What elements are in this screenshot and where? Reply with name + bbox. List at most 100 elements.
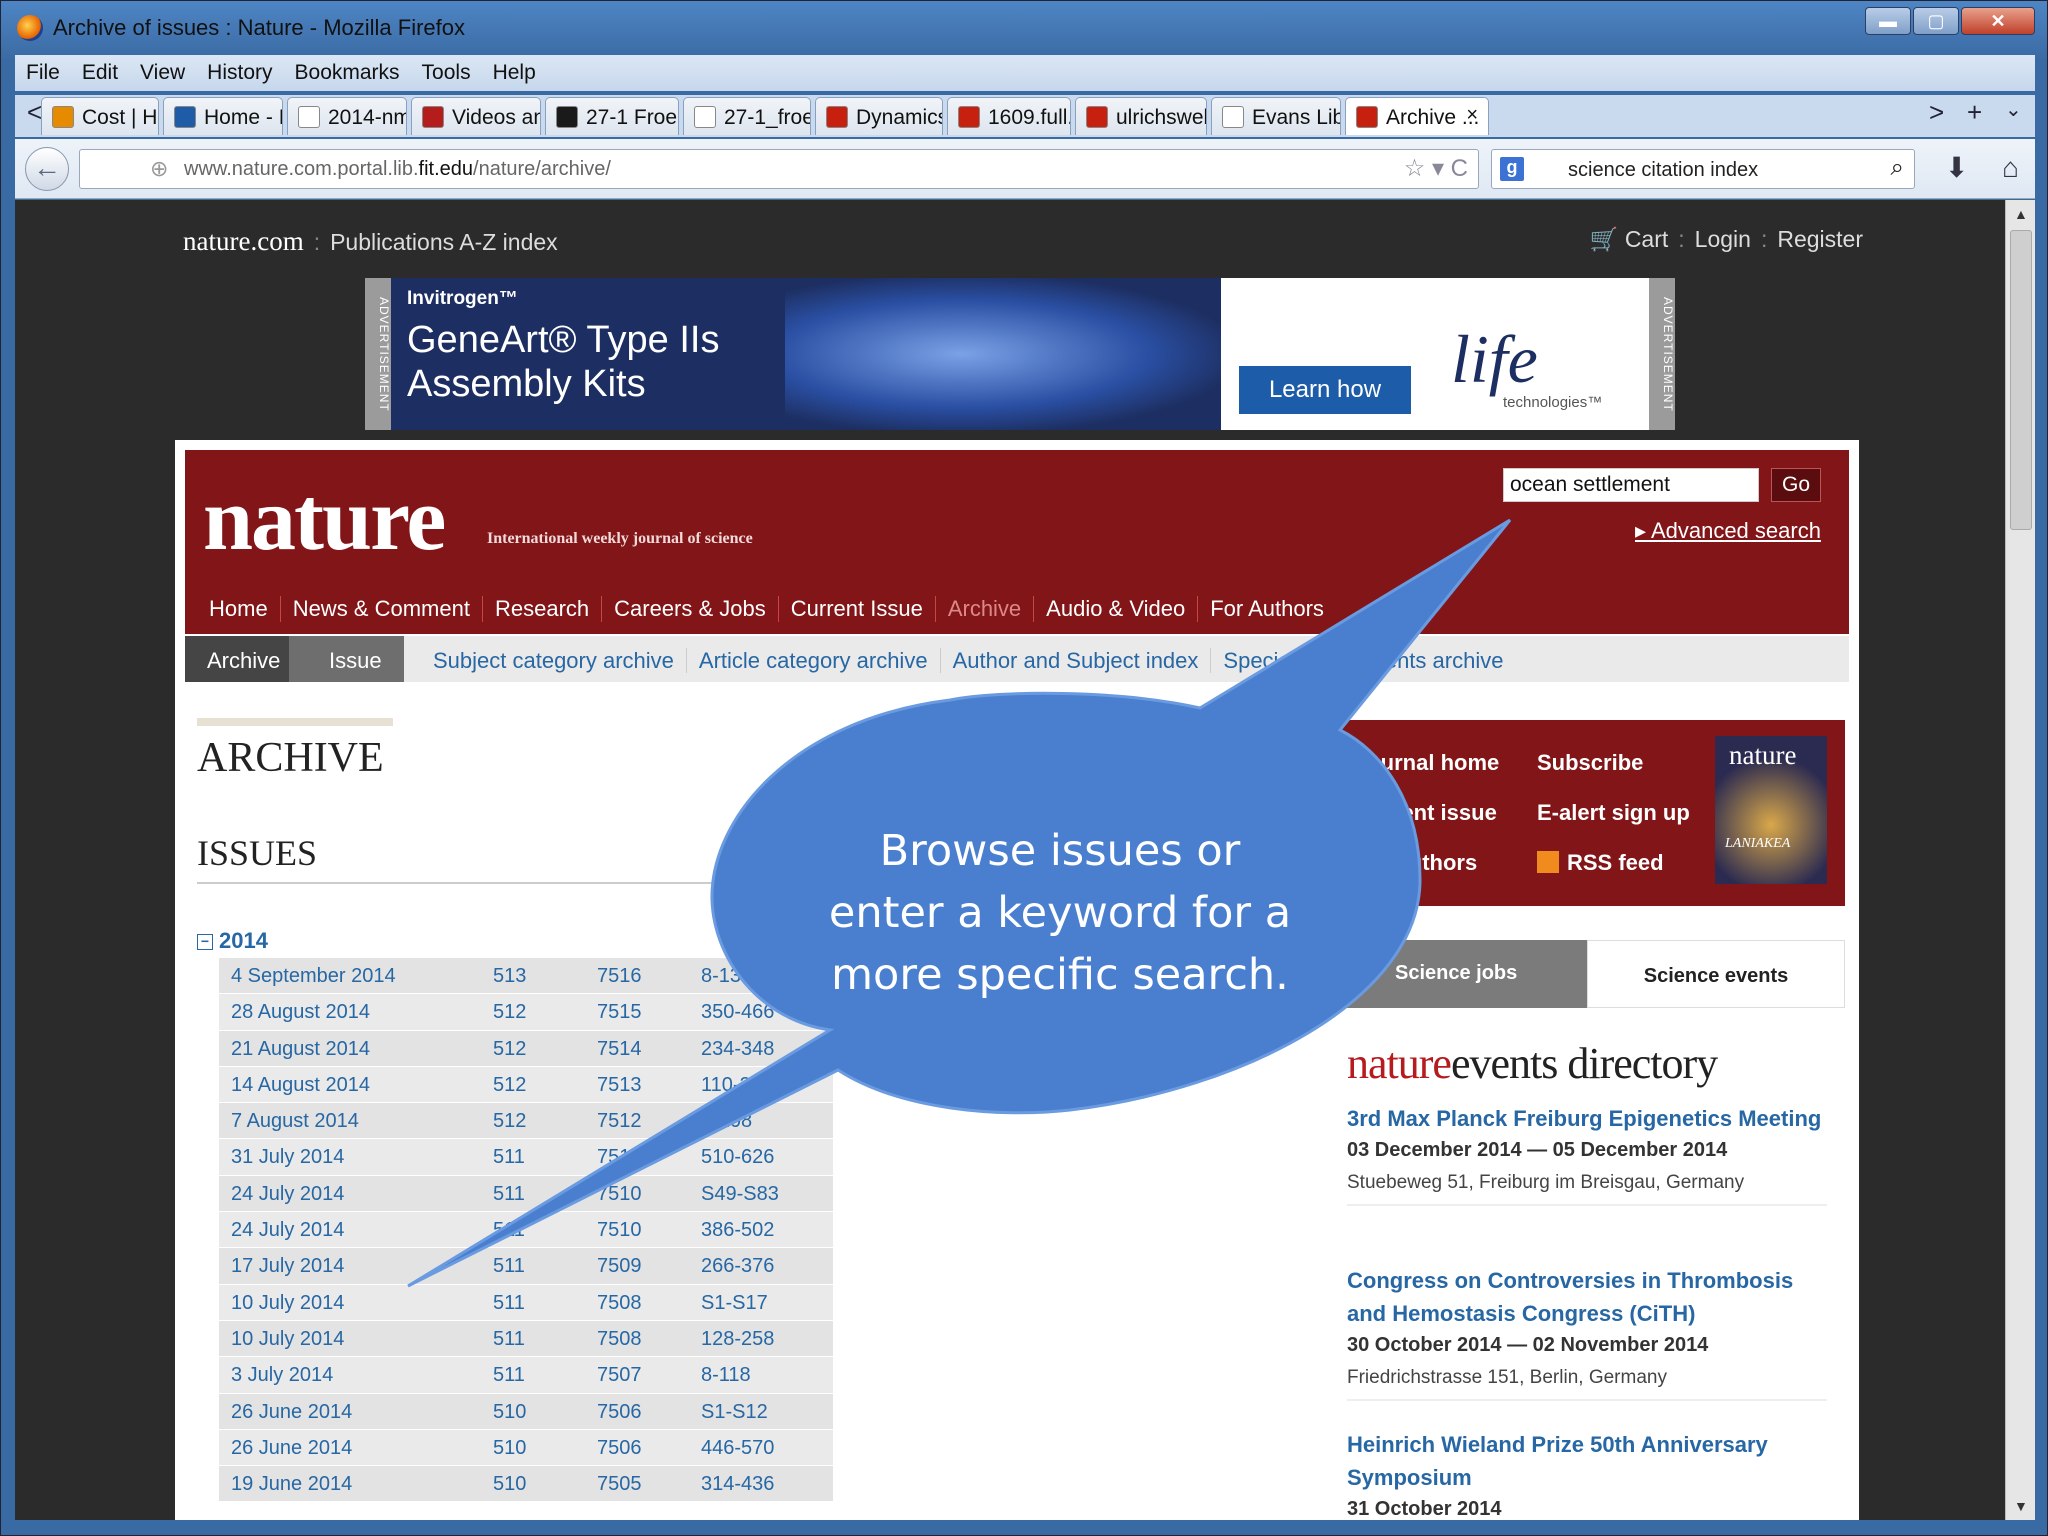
vertical-scrollbar[interactable]: ▲ ▼ — [2005, 200, 2035, 1520]
nav-careers-jobs[interactable]: Careers & Jobs — [602, 596, 779, 622]
cover-image[interactable]: nature LANIAKEA — [1715, 736, 1827, 884]
download-icon[interactable]: ⬇ — [1945, 152, 1968, 183]
site-search-input[interactable]: ocean settlement — [1503, 468, 1759, 502]
issue-row[interactable]: 17 July 2014 511 7509 266-376 — [219, 1248, 833, 1285]
close-tab-icon[interactable]: × — [1466, 104, 1478, 127]
menu-file[interactable]: File — [15, 55, 71, 85]
menu-view[interactable]: View — [129, 55, 196, 85]
tab-science-jobs[interactable]: Science jobs — [1335, 940, 1587, 1008]
google-icon[interactable]: g — [1500, 157, 1524, 181]
nav-news-comment[interactable]: News & Comment — [281, 596, 483, 622]
subnav-author-and-subject-index[interactable]: Author and Subject index — [940, 648, 1212, 673]
nav-home[interactable]: Home — [197, 596, 281, 622]
issue-date[interactable]: 19 June 2014 — [231, 1473, 352, 1496]
issue-row[interactable]: 26 June 2014 510 7506 446-570 — [219, 1429, 833, 1467]
breadcrumb-issue[interactable]: Issue — [289, 636, 404, 682]
issue-date[interactable]: 26 June 2014 — [231, 1401, 352, 1424]
register-link[interactable]: Register — [1777, 226, 1863, 252]
close-button[interactable]: ✕ — [1961, 7, 2035, 35]
az-index-link[interactable]: Publications A-Z index — [330, 229, 558, 255]
issue-date[interactable]: 31 July 2014 — [231, 1146, 344, 1169]
tab-10[interactable]: Archive ... × — [1345, 97, 1489, 135]
rss-link[interactable]: RSS feed — [1537, 850, 1664, 876]
tab-9[interactable]: Evans Librar... — [1211, 97, 1341, 135]
issue-row[interactable]: 3 July 2014 511 7507 8-118 — [219, 1357, 833, 1394]
advertisement-banner[interactable]: ADVERTISEMENT Invitrogen™ GeneArt® Type … — [365, 278, 1675, 430]
nav-research[interactable]: Research — [483, 596, 603, 622]
nav-archive[interactable]: Archive — [936, 596, 1035, 622]
issue-date[interactable]: 3 July 2014 — [231, 1364, 333, 1387]
issue-row[interactable]: 10 July 2014 511 7508 S1-S17 — [219, 1284, 833, 1321]
issue-row[interactable]: 24 July 2014 511 7510 S49-S83 — [219, 1175, 833, 1213]
issue-date[interactable]: 10 July 2014 — [231, 1292, 344, 1315]
collapse-icon[interactable]: − — [197, 934, 213, 951]
issue-row[interactable]: 10 July 2014 511 7508 128-258 — [219, 1320, 833, 1358]
home-icon[interactable]: ⌂ — [2002, 152, 2019, 183]
scroll-down-icon[interactable]: ▼ — [2014, 1498, 2028, 1514]
issue-date[interactable]: 24 July 2014 — [231, 1219, 344, 1242]
ealert-link[interactable]: E-alert sign up — [1537, 800, 1690, 826]
issue-date[interactable]: 21 August 2014 — [231, 1038, 370, 1061]
event-title-link[interactable]: Congress on Controversies in Thrombosis … — [1347, 1264, 1827, 1330]
breadcrumb-archive[interactable]: Archive — [185, 636, 303, 682]
tab-5[interactable]: 27-1_froelic... — [683, 97, 811, 135]
tab-1[interactable]: Home - Inte... — [163, 97, 283, 135]
minimize-button[interactable]: ▬ — [1865, 7, 1911, 35]
nature-logo[interactable]: nature — [203, 468, 446, 571]
login-link[interactable]: Login — [1695, 226, 1751, 252]
issue-date[interactable]: 7 August 2014 — [231, 1110, 359, 1133]
issue-date[interactable]: 4 September 2014 — [231, 965, 396, 988]
tab-scroll-left-icon[interactable]: < — [27, 97, 42, 128]
tab-8[interactable]: ulrichsweb.... — [1075, 97, 1207, 135]
tab-science-events[interactable]: Science events — [1587, 940, 1845, 1008]
learn-how-button[interactable]: Learn how — [1239, 366, 1411, 414]
tab-scroll-right-icon[interactable]: > — [1929, 97, 1944, 128]
issue-date[interactable]: 10 July 2014 — [231, 1328, 344, 1351]
magnifier-icon[interactable]: ⌕ — [1891, 154, 1904, 182]
issue-date[interactable]: 28 August 2014 — [231, 1001, 370, 1024]
nav-current-issue[interactable]: Current Issue — [779, 596, 936, 622]
url-text[interactable]: www.nature.com.portal.lib.fit.edu/nature… — [184, 158, 611, 181]
advanced-search-link[interactable]: ▸ Advanced search — [1635, 518, 1821, 544]
subnav-article-category-archive[interactable]: Article category archive — [686, 648, 941, 673]
tab-3[interactable]: Videos and I... — [411, 97, 541, 135]
issue-row[interactable]: 4 September 2014 513 7516 8-132 — [219, 958, 833, 995]
maximize-button[interactable]: ▢ — [1913, 7, 1959, 35]
tab-6[interactable]: Dynamics o... — [815, 97, 943, 135]
issue-date[interactable]: 14 August 2014 — [231, 1074, 370, 1097]
subnav-special-supplements-archive[interactable]: Special supplements archive — [1211, 648, 1515, 673]
tab-0[interactable]: Cost | Hathi... — [41, 97, 159, 135]
menu-tools[interactable]: Tools — [411, 55, 482, 85]
search-query[interactable]: science citation index — [1568, 159, 1758, 182]
new-tab-icon[interactable]: + — [1967, 97, 1982, 128]
go-button[interactable]: Go — [1771, 468, 1821, 502]
tab-4[interactable]: 27-1 Froelic... — [545, 97, 679, 135]
issue-row[interactable]: 21 August 2014 512 7514 234-348 — [219, 1030, 833, 1067]
nature-com-logo[interactable]: nature.com — [183, 226, 304, 256]
issue-row[interactable]: 19 June 2014 510 7505 314-436 — [219, 1466, 833, 1503]
tab-7[interactable]: 1609.full.pdf — [947, 97, 1071, 135]
menu-bookmarks[interactable]: Bookmarks — [284, 55, 411, 85]
for-authors-link[interactable]: For authors — [1355, 850, 1477, 876]
issue-date[interactable]: 17 July 2014 — [231, 1255, 344, 1278]
url-bar[interactable]: ⊕ www.nature.com.portal.lib.fit.edu/natu… — [79, 149, 1479, 189]
menu-history[interactable]: History — [196, 55, 283, 85]
issue-row[interactable]: 28 August 2014 512 7515 350-466 — [219, 994, 833, 1031]
issue-row[interactable]: 31 July 2014 511 7511 510-626 — [219, 1139, 833, 1176]
menu-help[interactable]: Help — [482, 55, 547, 85]
subscribe-link[interactable]: Subscribe — [1537, 750, 1643, 776]
scroll-thumb[interactable] — [2010, 230, 2032, 530]
tab-2[interactable]: 2014-nmc-... — [287, 97, 407, 135]
nav-audio-video[interactable]: Audio & Video — [1034, 596, 1199, 622]
scroll-up-icon[interactable]: ▲ — [2014, 206, 2028, 222]
cart-link[interactable]: 🛒 Cart — [1590, 226, 1668, 252]
journal-home-link[interactable]: Journal home — [1355, 750, 1499, 776]
nav-for-authors[interactable]: For Authors — [1198, 596, 1336, 622]
current-issue-link[interactable]: Current issue — [1355, 800, 1497, 826]
issue-row[interactable]: 24 July 2014 511 7510 386-502 — [219, 1212, 833, 1249]
issue-date[interactable]: 26 June 2014 — [231, 1437, 352, 1460]
issue-row[interactable]: 26 June 2014 510 7506 S1-S12 — [219, 1393, 833, 1430]
issue-row[interactable]: 14 August 2014 512 7513 110-232 — [219, 1066, 833, 1104]
event-title-link[interactable]: 3rd Max Planck Freiburg Epigenetics Meet… — [1347, 1102, 1827, 1135]
menu-edit[interactable]: Edit — [71, 55, 129, 85]
